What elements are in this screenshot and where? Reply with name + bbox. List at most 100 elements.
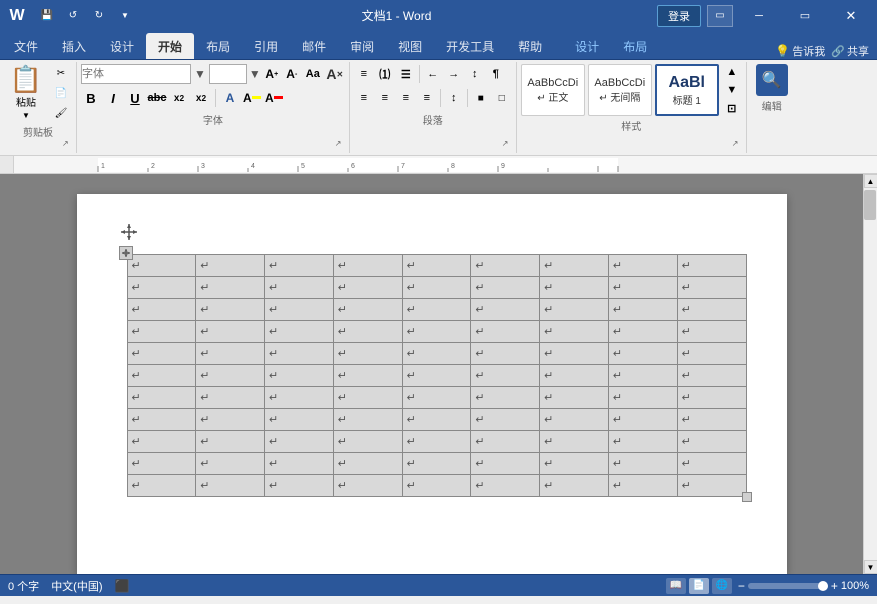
read-view-btn[interactable]: 📖	[666, 578, 686, 594]
table-cell[interactable]: ↵	[540, 475, 609, 497]
table-cell[interactable]: ↵	[608, 277, 677, 299]
table-row[interactable]: ↵↵↵↵↵↵↵↵↵	[127, 387, 746, 409]
table-cell[interactable]: ↵	[608, 431, 677, 453]
table-cell[interactable]: ↵	[677, 277, 746, 299]
table-cell[interactable]: ↵	[402, 475, 471, 497]
tab-view[interactable]: 视图	[386, 33, 434, 59]
table-cell[interactable]: ↵	[677, 431, 746, 453]
sort-button[interactable]: ↕	[465, 64, 485, 84]
table-cell[interactable]: ↵	[540, 299, 609, 321]
tab-insert[interactable]: 插入	[50, 33, 98, 59]
bullet-list-button[interactable]: ≡	[354, 64, 374, 84]
align-right-button[interactable]: ≡	[396, 88, 416, 108]
table-resize-handle[interactable]	[742, 492, 752, 502]
table-cell[interactable]: ↵	[127, 299, 196, 321]
table-cell[interactable]: ↵	[333, 387, 402, 409]
zoom-slider[interactable]	[748, 583, 828, 589]
table-cell[interactable]: ↵	[608, 299, 677, 321]
close-btn[interactable]: ✕	[831, 4, 871, 28]
undo-quick-btn[interactable]: ↺	[62, 5, 84, 27]
table-row[interactable]: ↵↵↵↵↵↵↵↵↵	[127, 453, 746, 475]
table-cell[interactable]: ↵	[127, 365, 196, 387]
table-cell[interactable]: ↵	[333, 365, 402, 387]
cut-button[interactable]: ✂	[50, 64, 72, 82]
table-cell[interactable]: ↵	[265, 431, 334, 453]
table-cell[interactable]: ↵	[127, 475, 196, 497]
table-cell[interactable]: ↵	[677, 343, 746, 365]
table-cell[interactable]: ↵	[471, 277, 540, 299]
table-cell[interactable]: ↵	[196, 431, 265, 453]
grow-font-button[interactable]: A+	[263, 64, 281, 84]
table-cell[interactable]: ↵	[265, 299, 334, 321]
table-cell[interactable]: ↵	[265, 387, 334, 409]
page-view-btn[interactable]: 📄	[689, 578, 709, 594]
table-cell[interactable]: ↵	[265, 343, 334, 365]
table-cell[interactable]: ↵	[196, 343, 265, 365]
table-cell[interactable]: ↵	[608, 387, 677, 409]
table-cell[interactable]: ↵	[127, 431, 196, 453]
document-table[interactable]: ↵↵↵↵↵↵↵↵↵↵↵↵↵↵↵↵↵↵↵↵↵↵↵↵↵↵↵↵↵↵↵↵↵↵↵↵↵↵↵↵…	[127, 254, 747, 497]
macro-recording-btn[interactable]: ⬛	[115, 579, 130, 593]
tab-layout2[interactable]: 布局	[611, 33, 659, 59]
style-heading1-button[interactable]: AaBl 标题 1	[655, 64, 719, 116]
table-cell[interactable]: ↵	[333, 431, 402, 453]
table-cell[interactable]: ↵	[265, 321, 334, 343]
ribbon-toggle-btn[interactable]: ▭	[707, 5, 733, 27]
table-cell[interactable]: ↵	[471, 475, 540, 497]
table-cell[interactable]: ↵	[127, 387, 196, 409]
table-row[interactable]: ↵↵↵↵↵↵↵↵↵	[127, 299, 746, 321]
table-row[interactable]: ↵↵↵↵↵↵↵↵↵	[127, 277, 746, 299]
table-cell[interactable]: ↵	[127, 277, 196, 299]
styles-expand-icon[interactable]: ↗	[732, 139, 744, 151]
table-cell[interactable]: ↵	[608, 365, 677, 387]
minimize-btn[interactable]: ─	[739, 4, 779, 28]
table-cell[interactable]: ↵	[677, 387, 746, 409]
customize-quick-btn[interactable]: ▼	[114, 5, 136, 27]
table-cell[interactable]: ↵	[540, 255, 609, 277]
shading-button[interactable]: ■	[471, 88, 491, 108]
align-left-button[interactable]: ≡	[354, 88, 374, 108]
paste-button[interactable]: 📋 粘贴 ▼	[4, 64, 48, 122]
tab-design2[interactable]: 设计	[563, 33, 611, 59]
line-spacing-button[interactable]: ↕	[444, 88, 464, 108]
table-row[interactable]: ↵↵↵↵↵↵↵↵↵	[127, 343, 746, 365]
table-cell[interactable]: ↵	[608, 343, 677, 365]
tab-design[interactable]: 设计	[98, 33, 146, 59]
table-cell[interactable]: ↵	[196, 255, 265, 277]
tab-home[interactable]: 开始	[146, 33, 194, 59]
table-cell[interactable]: ↵	[677, 453, 746, 475]
shrink-font-button[interactable]: A-	[283, 64, 301, 84]
table-cell[interactable]: ↵	[333, 409, 402, 431]
table-cell[interactable]: ↵	[608, 453, 677, 475]
share-btn[interactable]: 🔗共享	[831, 43, 869, 59]
zoom-thumb[interactable]	[818, 581, 828, 591]
table-row[interactable]: ↵↵↵↵↵↵↵↵↵	[127, 409, 746, 431]
scroll-down-arrow[interactable]: ▼	[864, 560, 877, 574]
clipboard-expand-icon[interactable]: ↗	[62, 139, 74, 151]
tab-mailings[interactable]: 邮件	[290, 33, 338, 59]
font-size-dropdown-icon[interactable]: ▼	[249, 67, 261, 81]
table-cell[interactable]: ↵	[265, 365, 334, 387]
tab-references[interactable]: 引用	[242, 33, 290, 59]
tell-me-btn[interactable]: 💡告诉我	[775, 43, 825, 59]
table-cell[interactable]: ↵	[540, 321, 609, 343]
table-cell[interactable]: ↵	[608, 409, 677, 431]
table-cell[interactable]: ↵	[402, 321, 471, 343]
table-cell[interactable]: ↵	[196, 321, 265, 343]
tab-layout[interactable]: 布局	[194, 33, 242, 59]
table-cell[interactable]: ↵	[196, 387, 265, 409]
zoom-minus-btn[interactable]: −	[738, 579, 745, 593]
table-cell[interactable]: ↵	[540, 277, 609, 299]
table-cell[interactable]: ↵	[196, 453, 265, 475]
table-cell[interactable]: ↵	[265, 475, 334, 497]
table-cell[interactable]: ↵	[608, 475, 677, 497]
copy-button[interactable]: 📄	[50, 84, 72, 102]
table-cell[interactable]: ↵	[402, 431, 471, 453]
table-cell[interactable]: ↵	[402, 387, 471, 409]
table-cell[interactable]: ↵	[196, 409, 265, 431]
restore-btn[interactable]: ▭	[785, 4, 825, 28]
style-no-spacing-button[interactable]: AaBbCcDi ↵ 无间隔	[588, 64, 652, 116]
table-cell[interactable]: ↵	[471, 365, 540, 387]
table-cell[interactable]: ↵	[402, 409, 471, 431]
table-cell[interactable]: ↵	[471, 431, 540, 453]
